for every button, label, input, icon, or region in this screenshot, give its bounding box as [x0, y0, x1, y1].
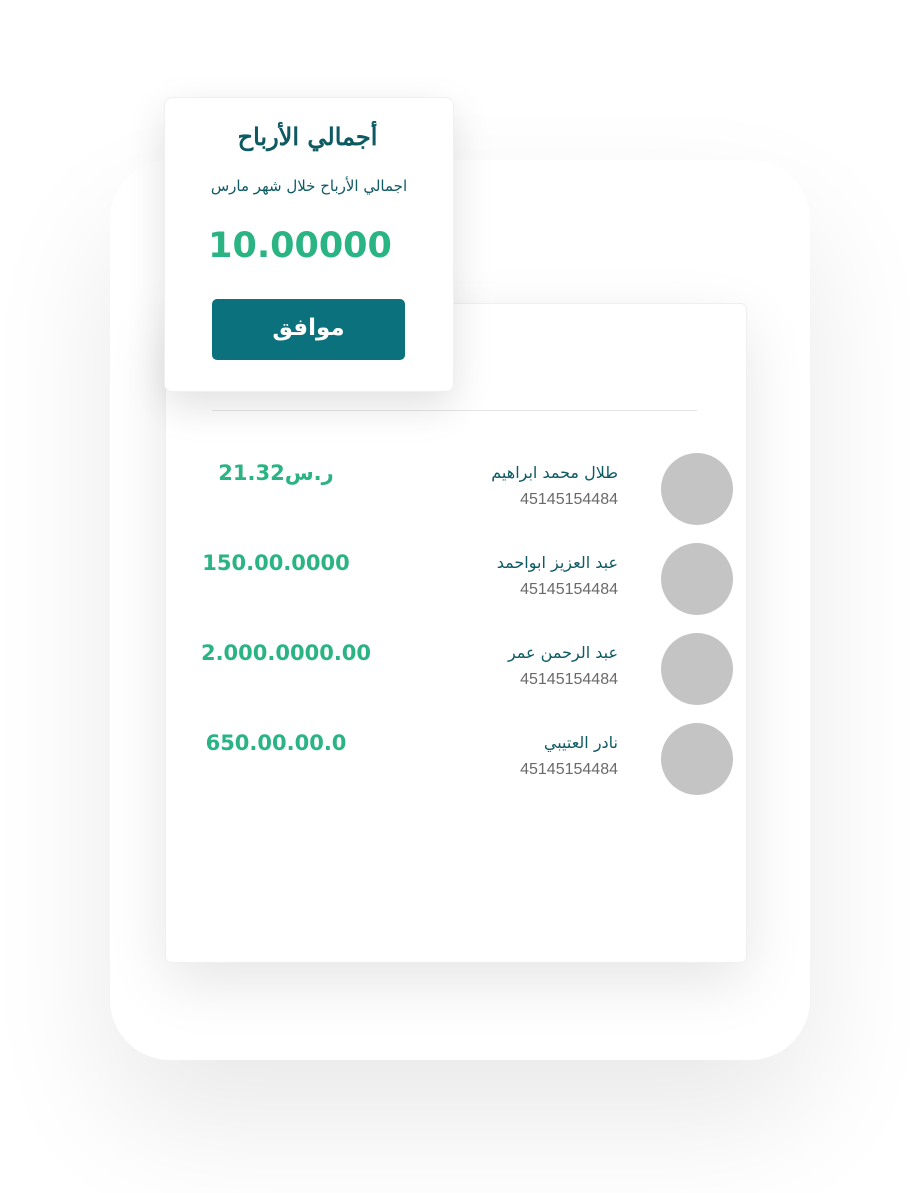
list-item[interactable]: طلال محمد ابراهيم 45145154484 21.32ر.س [166, 453, 746, 525]
page: طلال محمد ابراهيم 45145154484 21.32ر.س ع… [0, 0, 910, 1193]
person-name: نادر العتيبي [543, 733, 618, 752]
avatar [661, 453, 733, 525]
amount-number: 2.000.0000.00 [200, 641, 372, 665]
person-phone: 45145154484 [520, 581, 618, 598]
amount-number: 21.32 [218, 461, 285, 485]
list-item[interactable]: نادر العتيبي 45145154484 650.00.00.0 [166, 723, 746, 795]
list-item[interactable]: عبد العزيز ابواحمد 45145154484 150.00.00… [166, 543, 746, 615]
total-earnings-dialog: أجمالي الأرباح اجمالي الأرباح خلال شهر م… [164, 97, 454, 392]
avatar [661, 723, 733, 795]
amount-number: 650.00.00.0 [205, 731, 347, 755]
dialog-title: أجمالي الأرباح [237, 122, 378, 151]
ok-button[interactable]: موافق [212, 299, 405, 360]
earnings-list-card: طلال محمد ابراهيم 45145154484 21.32ر.س ع… [165, 303, 747, 963]
dialog-subtitle: اجمالي الأرباح خلال شهر مارس [210, 177, 408, 195]
person-name: عبد العزيز ابواحمد [496, 553, 618, 572]
amount-value: 150.00.0000 [166, 551, 386, 575]
person-phone: 45145154484 [520, 491, 618, 508]
person-phone: 45145154484 [520, 671, 618, 688]
amount-number: 150.00.0000 [202, 551, 350, 575]
amount-value: 21.32ر.س [166, 461, 386, 485]
person-name: عبد الرحمن عمر [507, 643, 618, 662]
person-name: طلال محمد ابراهيم [491, 463, 618, 482]
currency-label: ر.س [284, 461, 334, 485]
avatar [661, 543, 733, 615]
amount-value: 650.00.00.0 [166, 731, 386, 755]
list-divider [212, 410, 697, 411]
list-item[interactable]: عبد الرحمن عمر 45145154484 2.000.0000.00 [166, 633, 746, 705]
amount-value: 2.000.0000.00 [161, 641, 411, 665]
avatar [661, 633, 733, 705]
person-phone: 45145154484 [520, 761, 618, 778]
total-earnings-value: 10.00000 [208, 226, 392, 266]
